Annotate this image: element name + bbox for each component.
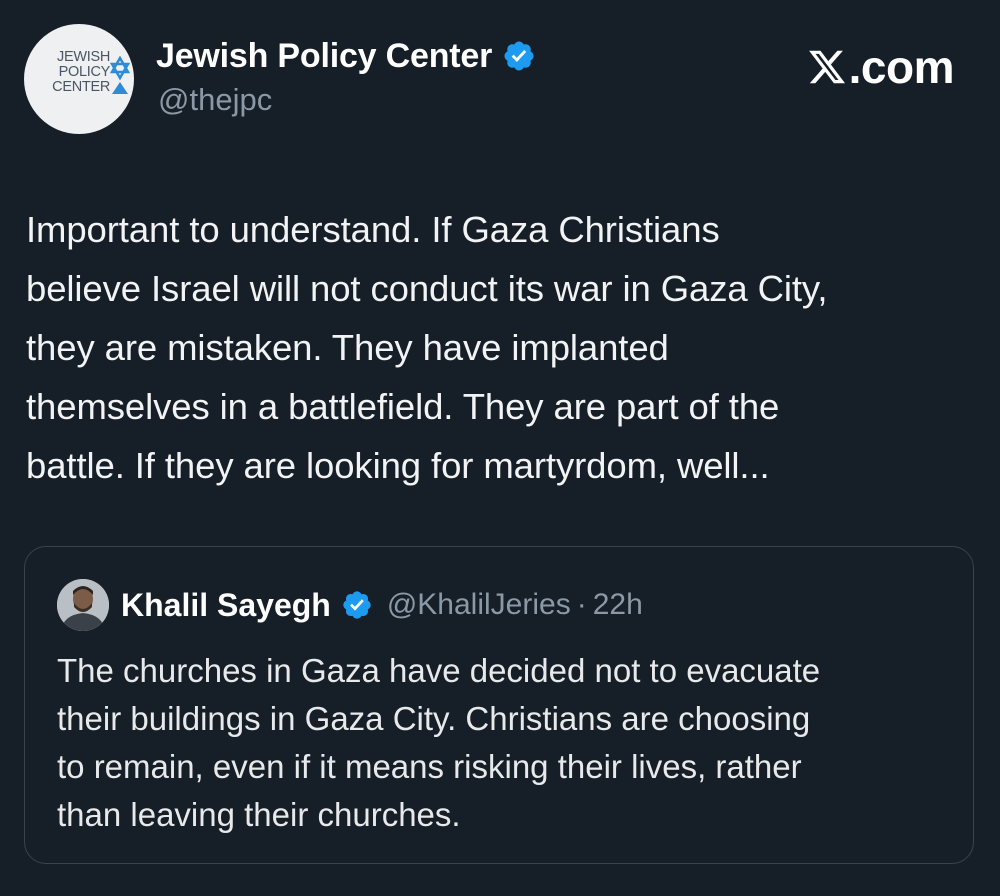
verified-check-icon bbox=[343, 591, 371, 619]
tweet-text-line: themselves in a battlefield. They are pa… bbox=[26, 386, 780, 427]
author-display-name[interactable]: Jewish Policy Center bbox=[156, 37, 492, 76]
quoted-text-line: to remain, even if it means risking thei… bbox=[57, 748, 802, 785]
tweet-text: Important to understand. If Gaza Christi… bbox=[26, 200, 986, 495]
quoted-text-line: The churches in Gaza have decided not to… bbox=[57, 652, 821, 689]
tweet-text-line: battle. If they are looking for martyrdo… bbox=[26, 445, 770, 486]
author-avatar[interactable]: JEWISH POLICY CENTER bbox=[24, 24, 134, 134]
quoted-display-name[interactable]: Khalil Sayegh bbox=[121, 587, 331, 624]
x-brand: .com bbox=[807, 40, 955, 94]
star-of-david-icon bbox=[110, 56, 130, 94]
tweet-text-line: Important to understand. If Gaza Christi… bbox=[26, 209, 720, 250]
person-avatar-icon bbox=[57, 579, 109, 631]
quoted-handle[interactable]: @KhalilJeries bbox=[387, 588, 571, 622]
separator-dot: · bbox=[576, 588, 587, 621]
quoted-timestamp[interactable]: 22h bbox=[593, 588, 643, 622]
quoted-author-avatar[interactable] bbox=[57, 579, 109, 631]
tweet-screenshot: JEWISH POLICY CENTER Jewish Policy Cente… bbox=[0, 0, 1000, 896]
author-handle[interactable]: @thejpc bbox=[158, 82, 272, 118]
x-logo-icon bbox=[808, 50, 845, 84]
quoted-text-line: than leaving their churches. bbox=[57, 796, 461, 833]
brand-label: .com bbox=[848, 41, 955, 93]
quoted-header: Khalil Sayegh @KhalilJeries · 22h bbox=[121, 585, 643, 625]
quoted-tweet-card[interactable]: Khalil Sayegh @KhalilJeries · 22h The ch… bbox=[24, 546, 974, 864]
tweet-text-line: believe Israel will not conduct its war … bbox=[26, 268, 828, 309]
quoted-text-line: their buildings in Gaza City. Christians… bbox=[57, 700, 811, 737]
avatar-logo-text: JEWISH POLICY CENTER bbox=[52, 49, 110, 95]
verified-check-icon bbox=[504, 41, 534, 71]
quoted-text: The churches in Gaza have decided not to… bbox=[57, 647, 957, 839]
author-name-row[interactable]: Jewish Policy Center bbox=[156, 34, 536, 78]
tweet-text-line: they are mistaken. They have implanted bbox=[26, 327, 669, 368]
